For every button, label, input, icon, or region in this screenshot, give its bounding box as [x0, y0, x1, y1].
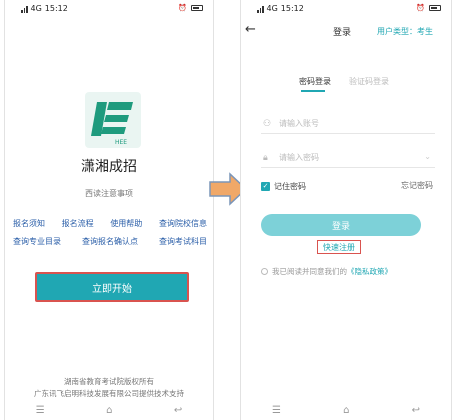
link-registration-process[interactable]: 报名流程 — [62, 218, 94, 229]
return-icon[interactable]: ↩ — [412, 405, 420, 416]
account-field[interactable]: ⚇ 请输入账号 — [261, 114, 435, 134]
right-phone-screen: 4G 15:12 ⏰ ← 登录 用户类型：考生 密码登录 验证码登录 ⚇ 请输入… — [240, 0, 452, 420]
status-bar: 4G 15:12 ⏰ — [241, 0, 451, 18]
link-school-info[interactable]: 查询院校信息 — [159, 218, 207, 229]
home-icon[interactable]: ⌂ — [106, 405, 112, 416]
chevron-down-icon[interactable]: ⌄ — [424, 152, 431, 161]
quick-links-row-1: 报名须知 报名流程 使用帮助 查询院校信息 — [13, 218, 207, 229]
login-button[interactable]: 登录 — [261, 214, 421, 236]
alarm-icon: ⏰ — [178, 4, 187, 12]
forgot-password-link[interactable]: 忘记密码 — [401, 180, 433, 191]
status-time: 15:12 — [280, 4, 304, 13]
notice-title: 西读注意事项 — [85, 189, 133, 198]
copyright-footer: 湖南省教育考试院版权所有 — [64, 377, 154, 386]
password-field[interactable]: 🔒︎ 请输入密码 ⌄ — [261, 148, 435, 168]
signal-icon — [257, 5, 264, 13]
user-icon: ⚇ — [263, 118, 272, 129]
privacy-policy-link[interactable]: 《隐私政策》 — [347, 266, 392, 277]
link-confirm-points[interactable]: 查询报名确认点 — [82, 236, 138, 247]
user-type-label: 用户类型： — [377, 27, 417, 36]
lock-icon: 🔒︎ — [263, 152, 268, 163]
link-exam-subjects[interactable]: 查询考试科目 — [159, 236, 207, 247]
link-major-catalog[interactable]: 查询专业目录 — [13, 236, 61, 247]
signal-icon — [21, 5, 28, 13]
back-arrow-icon[interactable]: ← — [245, 22, 256, 37]
left-phone-screen: 4G 15:12 ⏰ HEE 潇湘成招 西读注意事项 报名须知 报名流程 使用帮… — [4, 0, 214, 420]
menu-icon[interactable]: ☰ — [36, 405, 45, 416]
user-type-value: 考生 — [417, 27, 433, 36]
account-placeholder: 请输入账号 — [279, 119, 319, 128]
agree-radio[interactable] — [261, 268, 268, 275]
quick-register-link[interactable]: 快速注册 — [317, 240, 361, 254]
agreement-row: 我已阅读并同意我们的 《隐私政策》 — [261, 266, 392, 277]
agree-prefix: 我已阅读并同意我们的 — [272, 267, 347, 276]
network-label: 4G — [266, 4, 278, 13]
home-icon[interactable]: ⌂ — [343, 405, 349, 416]
app-name: 潇湘成招 — [81, 159, 137, 175]
status-bar: 4G 15:12 ⏰ — [5, 0, 213, 18]
login-header: ← 登录 用户类型：考生 — [241, 22, 451, 42]
start-button[interactable]: 立即开始 — [35, 272, 189, 302]
battery-icon — [429, 5, 441, 11]
logo-text: HEE — [115, 139, 127, 146]
active-tab-indicator — [301, 90, 325, 92]
link-help[interactable]: 使用帮助 — [110, 218, 142, 229]
tab-password-login[interactable]: 密码登录 — [299, 76, 331, 87]
page-title: 登录 — [333, 28, 352, 38]
menu-icon[interactable]: ☰ — [272, 405, 281, 416]
network-label: 4G — [30, 4, 42, 13]
return-icon[interactable]: ↩ — [174, 405, 182, 416]
status-time: 15:12 — [44, 4, 68, 13]
link-registration-notice[interactable]: 报名须知 — [13, 218, 45, 229]
user-type-selector[interactable]: 用户类型：考生 — [377, 26, 433, 37]
tab-code-login[interactable]: 验证码登录 — [349, 76, 389, 87]
password-placeholder: 请输入密码 — [279, 153, 319, 162]
system-nav-bar: ☰ ⌂ ↩ — [5, 400, 213, 420]
remember-row: ✓ 记住密码 忘记密码 — [261, 180, 433, 192]
battery-icon — [191, 5, 203, 11]
app-logo: HEE — [85, 92, 141, 148]
alarm-icon: ⏰ — [416, 4, 425, 12]
system-nav-bar: ☰ ⌂ ↩ — [241, 400, 451, 420]
remember-label[interactable]: 记住密码 — [274, 181, 306, 192]
check-icon[interactable]: ✓ — [261, 181, 270, 191]
quick-links-row-2: 查询专业目录 查询报名确认点 查询考试科目 — [13, 236, 207, 247]
tech-support-footer: 广东讯飞启明科技发展有限公司提供技术支持 — [34, 389, 184, 398]
